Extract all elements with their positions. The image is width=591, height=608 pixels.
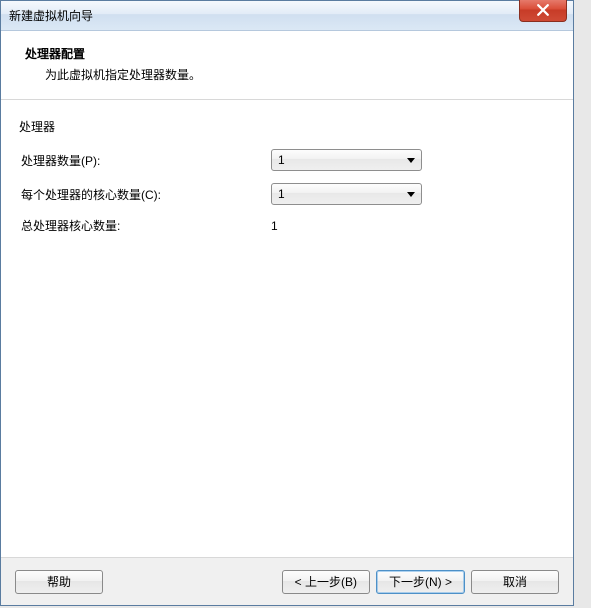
page-title: 处理器配置 [25, 45, 549, 62]
wizard-content: 处理器 处理器数量(P): 1 每个处理器的核心数量(C): 1 总处理器核心数… [1, 100, 573, 557]
group-label-processors: 处理器 [19, 118, 555, 135]
window-title: 新建虚拟机向导 [9, 7, 93, 24]
row-cores-per-processor: 每个处理器的核心数量(C): 1 [19, 183, 555, 205]
label-cores-per-processor: 每个处理器的核心数量(C): [21, 186, 271, 203]
page-subtitle: 为此虚拟机指定处理器数量。 [25, 66, 549, 83]
row-processor-count: 处理器数量(P): 1 [19, 149, 555, 171]
help-button[interactable]: 帮助 [15, 570, 103, 594]
next-button[interactable]: 下一步(N) > [376, 570, 465, 594]
label-processor-count: 处理器数量(P): [21, 152, 271, 169]
row-total-cores: 总处理器核心数量: 1 [19, 217, 555, 234]
label-total-cores: 总处理器核心数量: [21, 217, 271, 234]
wizard-header: 处理器配置 为此虚拟机指定处理器数量。 [1, 31, 573, 100]
wizard-footer: 帮助 < 上一步(B) 下一步(N) > 取消 [1, 557, 573, 605]
select-processor-count-value: 1 [278, 153, 285, 167]
wizard-dialog: 新建虚拟机向导 处理器配置 为此虚拟机指定处理器数量。 处理器 处理器数量(P)… [0, 0, 574, 606]
titlebar: 新建虚拟机向导 [1, 1, 573, 31]
value-total-cores: 1 [271, 219, 278, 233]
close-button[interactable] [519, 0, 567, 22]
cancel-button[interactable]: 取消 [471, 570, 559, 594]
select-processor-count[interactable]: 1 [271, 149, 422, 171]
chevron-down-icon [407, 192, 415, 197]
chevron-down-icon [407, 158, 415, 163]
close-icon [537, 4, 549, 16]
back-button[interactable]: < 上一步(B) [282, 570, 370, 594]
select-cores-per-processor[interactable]: 1 [271, 183, 422, 205]
select-cores-per-processor-value: 1 [278, 187, 285, 201]
